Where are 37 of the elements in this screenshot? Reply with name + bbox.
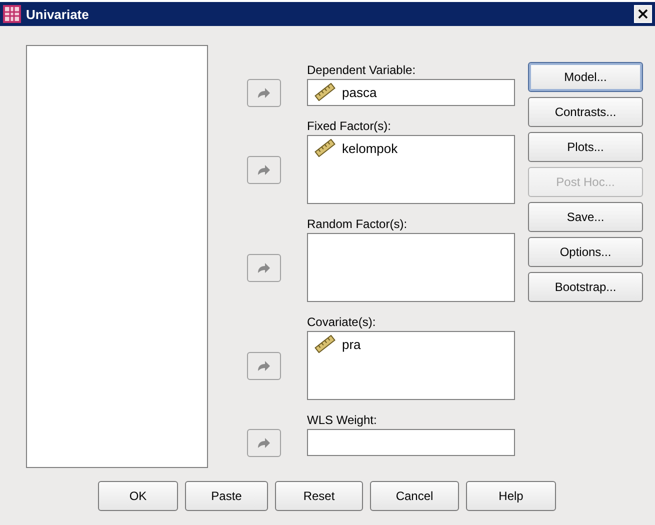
target-label: Random Factor(s): [307, 217, 408, 231]
dialog-button[interactable]: Bootstrap... [528, 272, 643, 302]
variable-list-box[interactable] [307, 233, 515, 302]
dialog-button[interactable]: Reset [275, 481, 363, 511]
arrow-icon [257, 437, 271, 449]
arrow-icon [257, 360, 271, 372]
move-arrow-button[interactable] [247, 429, 281, 457]
target-label: Covariate(s): [307, 315, 377, 329]
arrow-icon [257, 87, 271, 99]
target-label: Dependent Variable: [307, 63, 417, 77]
dialog-button[interactable]: Options... [528, 237, 643, 267]
variable-name: pasca [342, 84, 377, 100]
target-label: WLS Weight: [307, 413, 378, 427]
grid-icon [3, 5, 21, 23]
window-title: Univariate [26, 6, 90, 22]
arrow-icon [257, 164, 271, 176]
dialog-button[interactable]: Save... [528, 202, 643, 232]
dialog-button[interactable]: Paste [185, 481, 268, 511]
variable-list-box[interactable]: pra [307, 331, 515, 400]
move-arrow-button[interactable] [247, 79, 281, 107]
move-arrow-button[interactable] [247, 156, 281, 184]
target-label: Fixed Factor(s): [307, 119, 392, 133]
dialog-button[interactable]: Help [466, 481, 556, 511]
dialog-button[interactable]: Plots... [528, 132, 643, 162]
dialog-button[interactable]: Contrasts... [528, 97, 643, 127]
variable-field[interactable]: pasca [307, 79, 515, 106]
move-arrow-button[interactable] [247, 254, 281, 282]
variable-name: pra [342, 336, 361, 352]
variable-name: kelompok [342, 140, 398, 156]
close-button[interactable]: × [634, 5, 652, 23]
dialog-button[interactable]: Cancel [370, 481, 459, 511]
dialog-button[interactable]: OK [98, 481, 178, 511]
move-arrow-button[interactable] [247, 352, 281, 380]
variable-list-box[interactable]: kelompok [307, 135, 515, 204]
arrow-icon [257, 262, 271, 274]
dialog-button[interactable]: Model... [528, 62, 643, 92]
variable-field[interactable] [307, 429, 515, 456]
